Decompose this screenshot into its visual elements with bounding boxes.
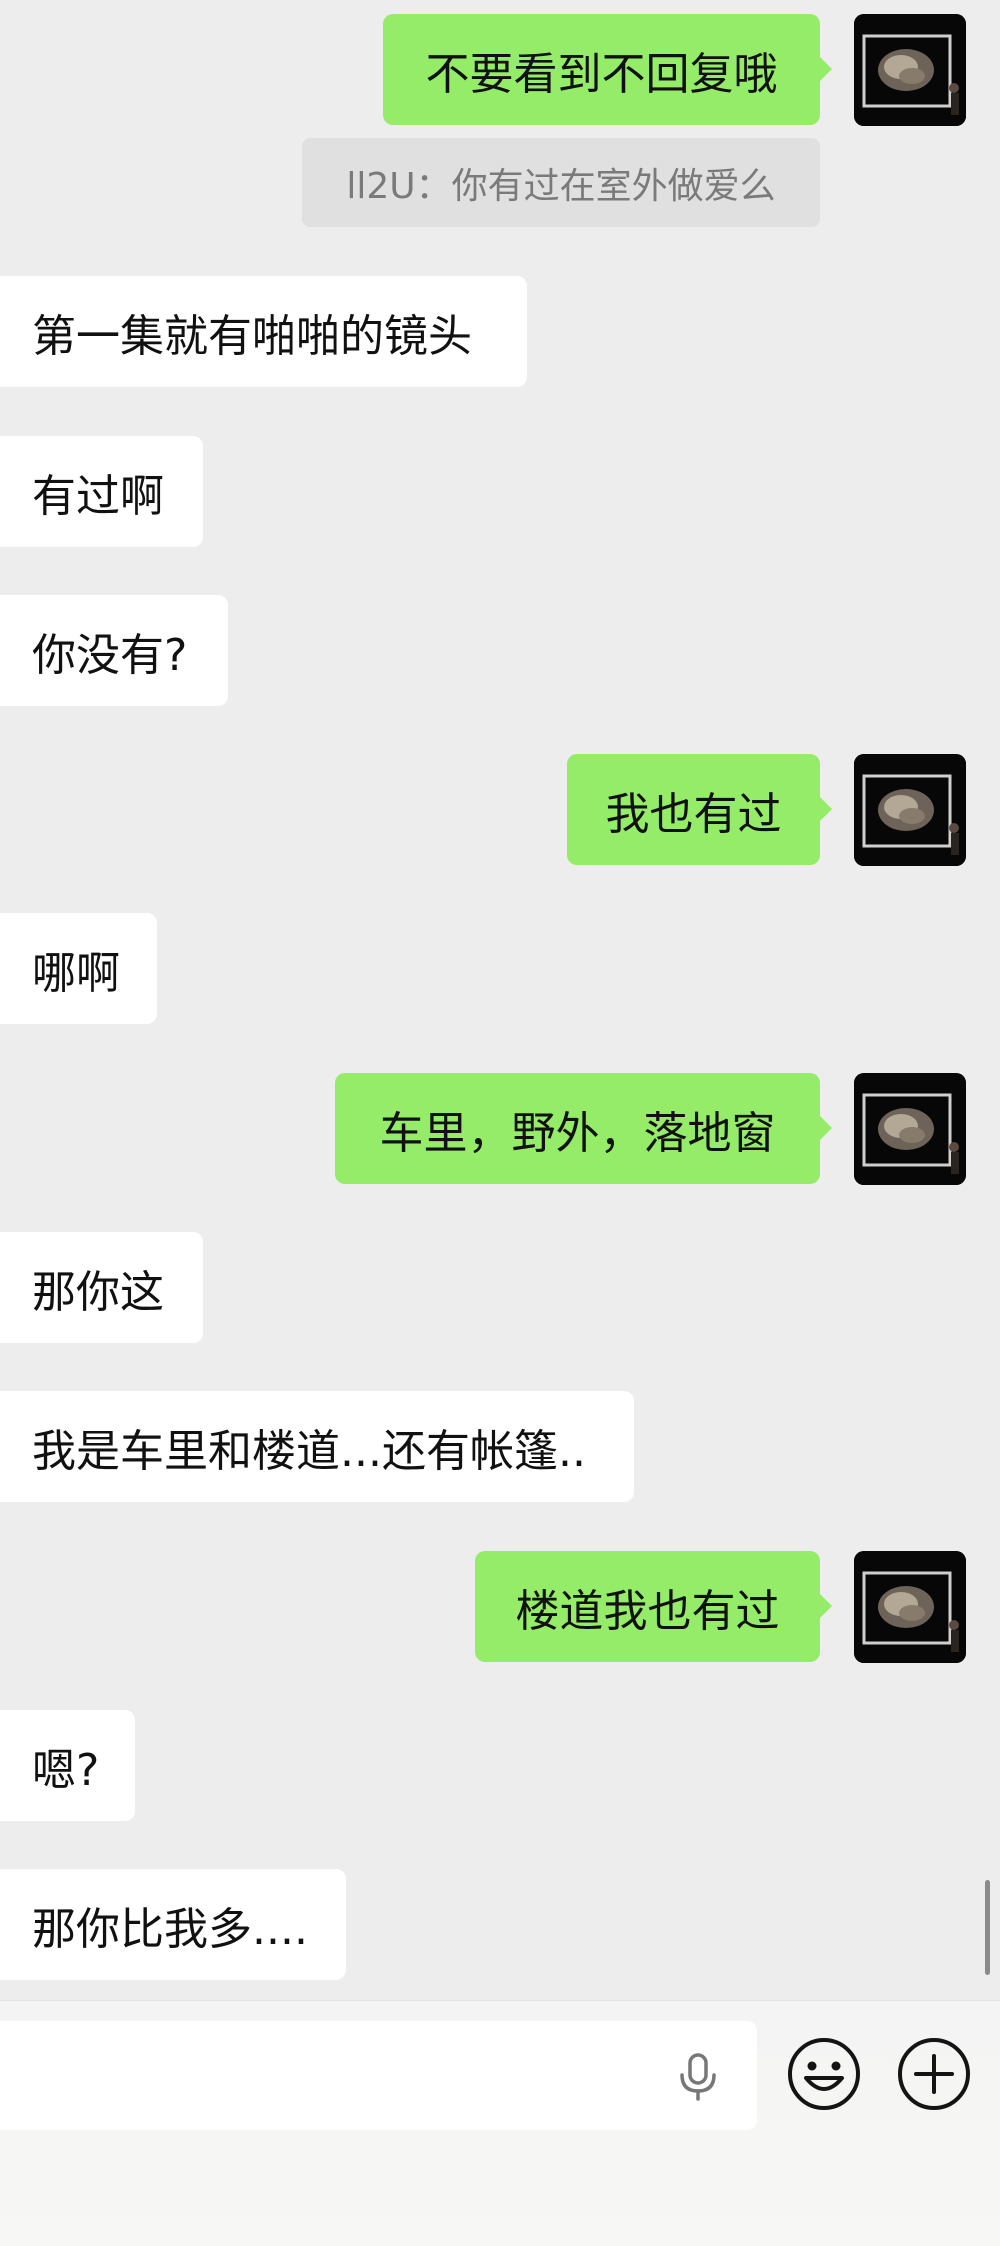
message-bubble-incoming[interactable]: 那你比我多.... [0,1869,346,1980]
avatar-image-icon [854,754,966,866]
user-avatar[interactable] [854,754,966,866]
user-avatar[interactable] [854,1551,966,1663]
scrollbar[interactable] [985,1880,990,1975]
emoji-icon[interactable] [786,2036,862,2112]
message-bubble-incoming[interactable]: 第一集就有啪啪的镜头 [0,276,527,387]
message-input[interactable] [0,2021,757,2130]
message-bubble-outgoing[interactable]: 我也有过 [567,754,832,865]
avatar-image-icon [854,1551,966,1663]
message-bubble-outgoing[interactable]: 不要看到不回复哦 [383,14,832,125]
message-bubble-incoming[interactable]: 你没有? [0,595,228,706]
message-bubble-incoming[interactable]: 哪啊 [0,913,157,1024]
quoted-message[interactable]: ll2U：你有过在室外做爱么 [302,138,820,227]
chat-message-list[interactable]: 不要看到不回复哦 ll2U：你有过在室外做爱么 第一集就有啪啪的镜头 有过啊 你… [0,0,1000,2000]
message-bubble-incoming[interactable]: 有过啊 [0,436,203,547]
user-avatar[interactable] [854,1073,966,1185]
message-bubble-incoming[interactable]: 那你这 [0,1232,203,1343]
message-bubble-incoming[interactable]: 我是车里和楼道...还有帐篷.. [0,1391,634,1502]
microphone-icon[interactable] [676,2053,720,2101]
avatar-image-icon [854,14,966,126]
avatar-image-icon [854,1073,966,1185]
plus-icon[interactable] [896,2036,972,2112]
message-bubble-outgoing[interactable]: 楼道我也有过 [475,1551,832,1662]
message-bubble-incoming[interactable]: 嗯? [0,1710,135,1821]
message-bubble-outgoing[interactable]: 车里，野外，落地窗 [335,1073,832,1184]
user-avatar[interactable] [854,14,966,126]
